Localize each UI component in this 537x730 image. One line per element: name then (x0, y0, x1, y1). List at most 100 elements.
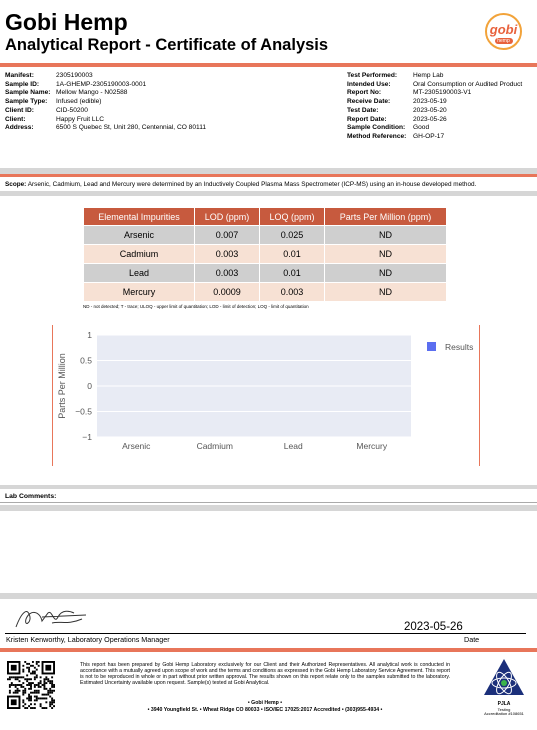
info-row: Sample Type: Infused (edible) (5, 98, 256, 107)
results-chart: 1 0.5 0 −0.5 −1 Arsenic Cadmium Lead Mercury Part… (57, 330, 473, 451)
table-cell: Arsenic (83, 225, 195, 245)
info-row: Sample ID: 1A-GHEMP-2305190003-0001 (5, 81, 256, 90)
table-cell: Mercury (83, 282, 195, 302)
table-cell: 0.003 (259, 282, 325, 302)
section-divider-accent (0, 174, 537, 177)
lab-comments-divider (0, 502, 537, 503)
signature-image (15, 610, 87, 628)
info-value: 2023-05-19 (413, 98, 447, 106)
info-label: Manifest: (5, 72, 34, 79)
info-row: Manifest: 2305190003 (5, 72, 256, 81)
info-row: Sample Name: Mellow Mango - N02588 (5, 89, 256, 98)
table-cell: 0.003 (194, 263, 260, 283)
info-row: Report No: MT-2305190003-V1 (347, 89, 523, 98)
disclaimer-text: This report has been prepared by Gobi He… (80, 662, 450, 686)
info-label: Address: (5, 124, 34, 132)
info-label: Test Performed: (347, 72, 398, 79)
info-value: 2023-05-20 (413, 106, 447, 114)
y-tick-label: 1 (87, 330, 92, 340)
pjla-atom-icon (484, 659, 524, 695)
x-tick-label: Arsenic (122, 441, 151, 451)
legend-label: Results (445, 342, 473, 352)
info-label: Receive Date: (347, 98, 391, 106)
info-value: 6500 S Quebec St, Unit 280, Centennial, … (56, 124, 207, 132)
y-tick-label: −1 (82, 432, 92, 442)
report-title: Analytical Report - Certificate of Analy… (5, 36, 329, 54)
info-row: Client ID: CID-50200 (5, 107, 256, 116)
info-row: Address: 6500 S Quebec St, Unit 280, Cent… (5, 124, 256, 133)
scope-body: Arsenic, Cadmium, Lead and Mercury were … (27, 181, 477, 188)
info-row: Test Performed: Hemp Lab (347, 72, 523, 81)
info-row: Method Reference: GH-OP-17 (347, 133, 523, 142)
scope-label: Scope: (5, 181, 27, 188)
table-header: Elemental Impurities (83, 207, 195, 226)
qr-code-icon (7, 661, 55, 709)
table-footnote: ND - not detected; T - trace; ULOQ - upp… (83, 304, 309, 309)
table-header-row: Elemental Impurities LOD (ppm) LOQ (ppm)… (83, 207, 447, 226)
chart-divider (0, 485, 537, 489)
info-value: GH-OP-17 (413, 132, 445, 140)
info-value: Infused (edible) (56, 98, 102, 106)
info-label: Report No: (347, 89, 382, 97)
table-cell: 0.003 (194, 244, 260, 264)
elemental-impurities-table: Elemental Impurities LOD (ppm) LOQ (ppm)… (83, 207, 447, 302)
info-label: Sample Type: (5, 98, 48, 106)
report-header: Gobi Hemp Analytical Report - Certificat… (0, 0, 537, 66)
info-label: Client ID: (5, 106, 34, 114)
info-value: CID-50200 (56, 106, 88, 114)
info-label: Intended Use: (347, 80, 391, 88)
pjla-number: Accreditation #108651 (484, 711, 524, 716)
table-row: Lead 0.003 0.01 ND (83, 263, 447, 283)
table-cell: 0.01 (259, 244, 325, 264)
table-row: Arsenic 0.007 0.025 ND (83, 225, 447, 245)
footer-address: • 3940 Youngfield St. • Wheat Ridge CO 8… (147, 707, 383, 713)
pjla-accreditation-badge: PJLA Testing Accreditation #108651 (476, 657, 532, 719)
signature-line (5, 633, 526, 634)
table-row: Mercury 0.0009 0.003 ND (83, 282, 447, 302)
date-label: Date (464, 635, 480, 644)
table-header: Parts Per Million (ppm) (324, 207, 447, 226)
gobi-hemp-logo: gobi hemp (485, 13, 522, 50)
signatory-name: Kristen Kenworthy, Laboratory Operations… (6, 635, 170, 644)
results-chart-frame: 1 0.5 0 −0.5 −1 Arsenic Cadmium Lead Mercury Part… (52, 325, 480, 466)
table-cell: 0.025 (259, 225, 325, 245)
info-row: Test Date: 2023-05-20 (347, 107, 523, 116)
table-cell: ND (324, 225, 447, 245)
table-cell: 0.0009 (194, 282, 260, 302)
info-row: Report Date: 2023-05-26 (347, 116, 523, 125)
x-tick-label: Lead (284, 441, 303, 451)
lab-comments-bar (0, 505, 537, 511)
legend-swatch (427, 342, 436, 351)
info-row: Receive Date: 2023-05-19 (347, 98, 523, 107)
logo-subtext: hemp (494, 38, 513, 44)
table-cell: 0.007 (194, 225, 260, 245)
info-value: 2305190003 (56, 72, 93, 79)
signature-divider (0, 593, 537, 599)
table-cell: ND (324, 263, 447, 283)
table-cell: ND (324, 282, 447, 302)
info-label: Sample Condition: (347, 124, 406, 132)
table-cell: Cadmium (83, 244, 195, 264)
x-tick-label: Mercury (356, 441, 387, 451)
table-header: LOQ (ppm) (259, 207, 325, 226)
y-tick-label: 0.5 (80, 356, 92, 366)
scope-text: Scope: Arsenic, Cadmium, Lead and Mercur… (5, 181, 476, 188)
info-value: Mellow Mango - N02588 (56, 89, 128, 97)
table-cell: Lead (83, 263, 195, 283)
info-label: Test Date: (347, 106, 379, 114)
info-value: Good (413, 124, 430, 132)
info-value: Hemp Lab (413, 72, 444, 79)
info-label: Report Date: (347, 115, 387, 123)
table-cell: ND (324, 244, 447, 264)
info-row: Sample Condition: Good (347, 124, 523, 133)
info-label: Sample Name: (5, 89, 51, 97)
info-value: MT-2305190003-V1 (413, 89, 472, 97)
table-row: Cadmium 0.003 0.01 ND (83, 244, 447, 264)
info-row: Client: Happy Fruit LLC (5, 116, 256, 125)
signature-date: 2023-05-26 (404, 621, 463, 633)
table-cell: 0.01 (259, 263, 325, 283)
info-row: Intended Use: Oral Consumption or Audited… (347, 81, 523, 90)
sample-info-left: Manifest: 2305190003 Sample ID: 1A-GHEMP-23… (5, 72, 256, 133)
header-divider (0, 63, 537, 67)
info-value: Oral Consumption or Audited Product (413, 80, 523, 88)
